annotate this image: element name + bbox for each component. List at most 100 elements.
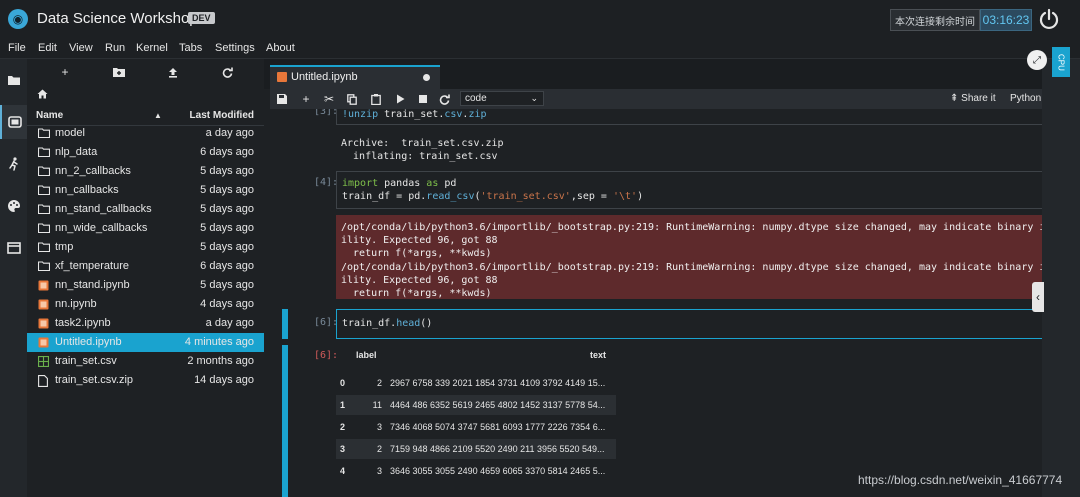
unsaved-dot-icon[interactable] — [423, 74, 430, 81]
file-row[interactable]: tmp 5 days ago — [27, 238, 264, 257]
table-row: 1 11 4464 486 6352 5619 2465 4802 1452 313… — [336, 395, 616, 415]
cell-4-input[interactable]: import pandas as pd train_df = pd.read_c… — [336, 171, 1042, 209]
new-launcher-plus-icon[interactable]: + — [55, 64, 75, 80]
cut-icon[interactable]: ✂ — [320, 91, 338, 107]
stderr-line: ility. Expected 96, got 88 — [341, 235, 498, 246]
menu-kernel[interactable]: Kernel — [136, 42, 168, 54]
cell-3-output-line-1: Archive: train_set.csv.zip — [341, 138, 504, 149]
file-modified: 14 days ago — [194, 374, 254, 386]
new-folder-icon[interactable] — [109, 64, 129, 80]
connection-time-label: 本次连接剩余时间 — [890, 9, 980, 31]
right-panel: CPU ‹ — [1032, 47, 1080, 497]
file-name: xf_temperature — [55, 260, 129, 272]
header-last-modified[interactable]: Last Modified — [190, 110, 254, 121]
upload-icon[interactable] — [163, 64, 183, 80]
share-button[interactable]: ⇞ Share it — [950, 93, 996, 104]
file-row[interactable]: nn_stand.ipynb 5 days ago — [27, 276, 264, 295]
power-icon[interactable] — [1038, 8, 1060, 30]
cell-3-output-line-2: inflating: train_set.csv — [341, 151, 498, 162]
file-modified: 5 days ago — [200, 165, 254, 177]
cpu-monitor-button[interactable]: CPU — [1052, 47, 1070, 77]
file-modified: a day ago — [205, 317, 254, 329]
folder-icon[interactable] — [0, 63, 27, 97]
collapse-panel-chevron-icon[interactable]: ‹ — [1032, 282, 1044, 312]
table-row: 3 2 7159 948 4866 2109 5520 2490 211 3956 … — [336, 439, 616, 459]
file-row[interactable]: nn_2_callbacks 5 days ago — [27, 162, 264, 181]
file-row[interactable]: Untitled.ipynb 4 minutes ago — [27, 333, 264, 352]
header-name[interactable]: Name — [36, 110, 63, 121]
df-index: 2 — [340, 422, 346, 432]
tabs-icon[interactable] — [0, 231, 27, 265]
file-modified: 5 days ago — [200, 279, 254, 291]
tab-untitled-notebook[interactable]: Untitled.ipynb — [270, 65, 440, 89]
notebook-toolbar: + ✂ code ⌄ ⇞ Share it Python 3 — [270, 89, 1050, 109]
palette-icon[interactable] — [0, 189, 27, 223]
folder-icon — [37, 185, 51, 196]
table-row: 2 3 7346 4068 5074 3747 5681 6093 1777 222… — [336, 417, 616, 437]
paste-icon[interactable] — [367, 91, 385, 107]
file-row[interactable]: task2.ipynb a day ago — [27, 314, 264, 333]
file-row[interactable]: train_set.csv.zip 14 days ago — [27, 371, 264, 390]
expand-icon[interactable]: ⤢ — [1027, 50, 1047, 70]
menu-edit[interactable]: Edit — [38, 42, 57, 54]
stderr-output: /opt/conda/lib/python3.6/importlib/_boot… — [336, 215, 1042, 299]
running-sessions-icon[interactable] — [0, 105, 27, 139]
file-row[interactable]: train_set.csv 2 months ago — [27, 352, 264, 371]
output-collapse-marker[interactable] — [282, 345, 288, 497]
folder-icon — [37, 223, 51, 234]
file-modified: 2 months ago — [187, 355, 254, 367]
df-index: 3 — [340, 444, 346, 454]
df-label: 3 — [376, 422, 382, 432]
notebook-icon — [38, 299, 50, 310]
stop-icon[interactable] — [414, 91, 432, 107]
df-col-text: text — [590, 350, 607, 360]
runner-icon[interactable] — [0, 147, 27, 181]
home-icon[interactable] — [37, 89, 48, 102]
menu-settings[interactable]: Settings — [215, 42, 255, 54]
insert-cell-plus-icon[interactable]: + — [297, 91, 315, 107]
file-modified: 5 days ago — [200, 184, 254, 196]
save-icon[interactable] — [273, 91, 291, 107]
restart-icon[interactable] — [435, 91, 453, 107]
app-logo-icon: ◉ — [8, 9, 28, 29]
table-row: 0 2 2967 6758 339 2021 1854 3731 4109 3792… — [336, 373, 616, 393]
active-cell-marker[interactable] — [282, 309, 288, 339]
file-icon — [38, 375, 50, 387]
file-modified: 4 days ago — [200, 298, 254, 310]
connection-time-value: 03:16:23 — [980, 9, 1032, 31]
file-row[interactable]: nlp_data 6 days ago — [27, 143, 264, 162]
file-row[interactable]: xf_temperature 6 days ago — [27, 257, 264, 276]
run-icon[interactable] — [391, 91, 409, 107]
file-row[interactable]: nn.ipynb 4 days ago — [27, 295, 264, 314]
file-name: nn.ipynb — [55, 298, 97, 310]
file-row[interactable]: nn_wide_callbacks 5 days ago — [27, 219, 264, 238]
dataframe-output: label text 0 2 2967 6758 339 2021 1854 373… — [336, 345, 636, 497]
refresh-icon[interactable] — [217, 64, 237, 80]
cell-type-select[interactable]: code ⌄ — [460, 91, 544, 106]
copy-icon[interactable] — [343, 91, 361, 107]
stderr-line: /opt/conda/lib/python3.6/importlib/_boot… — [341, 262, 1042, 273]
menu-about[interactable]: About — [266, 42, 295, 54]
menu-bar: File Edit View Run Kernel Tabs Settings … — [0, 38, 1080, 59]
cell-type-value: code — [465, 93, 487, 104]
df-index: 1 — [340, 400, 346, 410]
file-name: nn_stand.ipynb — [55, 279, 130, 291]
notebook-icon — [38, 280, 50, 291]
menu-tabs[interactable]: Tabs — [179, 42, 202, 54]
notebook-content: [3]: !unzip train_set.csv.zip Archive: t… — [270, 109, 1042, 497]
df-text: 2967 6758 339 2021 1854 3731 4109 3792 4… — [390, 378, 606, 388]
file-row[interactable]: nn_callbacks 5 days ago — [27, 181, 264, 200]
df-text: 3646 3055 3055 2490 4659 6065 3370 5814 … — [390, 466, 606, 476]
cell-3-input[interactable]: !unzip train_set.csv.zip — [336, 109, 1042, 125]
menu-view[interactable]: View — [69, 42, 93, 54]
file-name: nn_callbacks — [55, 184, 119, 196]
cell-6-input[interactable]: train_df.head() — [336, 309, 1042, 339]
file-row[interactable]: nn_stand_callbacks 5 days ago — [27, 200, 264, 219]
watermark-url: https://blog.csdn.net/weixin_41667774 — [858, 473, 1063, 487]
stderr-line: return f(*args, **kwds) — [341, 288, 492, 299]
menu-file[interactable]: File — [8, 42, 26, 54]
notebook-icon — [38, 337, 50, 348]
df-label: 11 — [372, 400, 382, 410]
file-row[interactable]: model a day ago — [27, 124, 264, 143]
menu-run[interactable]: Run — [105, 42, 125, 54]
